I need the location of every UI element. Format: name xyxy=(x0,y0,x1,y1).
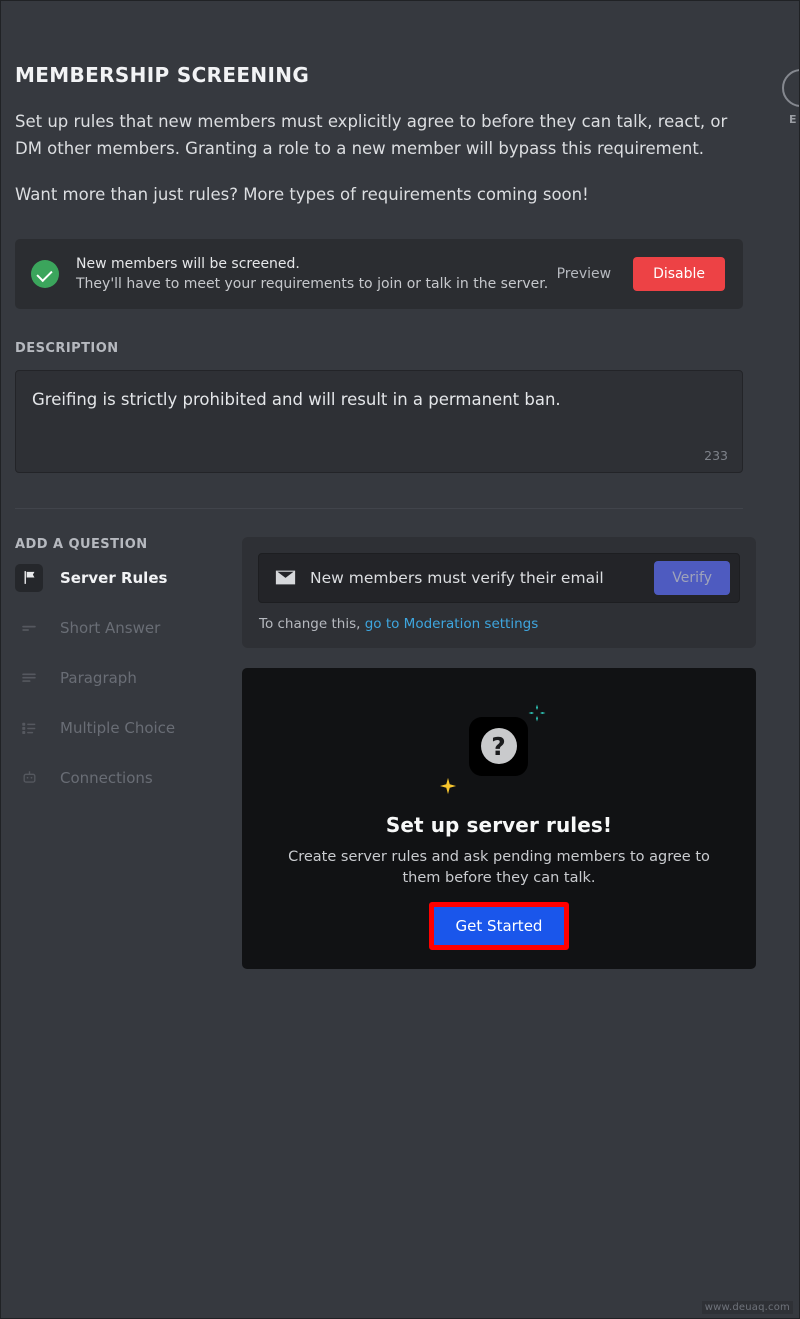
screening-status-banner: New members will be screened. They'll ha… xyxy=(15,238,743,309)
add-a-question-sidebar: ADD A QUESTION Server Rules Short Answer xyxy=(15,537,227,802)
sidebar-item-label: Server Rules xyxy=(60,568,168,587)
requirement-cards: New members must verify their email Veri… xyxy=(242,536,756,969)
description-char-count: 233 xyxy=(704,447,728,463)
sidebar-item-label: Paragraph xyxy=(60,668,137,687)
sidebar-item-multiple-choice[interactable]: Multiple Choice xyxy=(15,704,227,752)
disable-button[interactable]: Disable xyxy=(633,256,725,291)
sidebar-item-connections[interactable]: Connections xyxy=(15,754,227,802)
description-value: Greifing is strictly prohibited and will… xyxy=(32,389,561,409)
get-started-highlight: Get Started xyxy=(428,901,570,950)
empty-state-art: ? xyxy=(429,699,569,803)
moderation-settings-link[interactable]: go to Moderation settings xyxy=(365,616,539,632)
status-text-group: New members will be screened. They'll ha… xyxy=(76,254,557,294)
sidebar-item-server-rules[interactable]: Server Rules xyxy=(15,554,227,602)
server-rules-empty-state-card: ? Set up server rules! Create server rul… xyxy=(242,667,756,969)
email-note-prefix: To change this, xyxy=(259,615,365,632)
connections-robot-icon xyxy=(15,764,43,792)
empty-state-subtitle: Create server rules and ask pending memb… xyxy=(288,848,710,886)
empty-state-title: Set up server rules! xyxy=(385,812,613,837)
verify-button[interactable]: Verify xyxy=(654,560,730,595)
flag-icon xyxy=(15,563,43,592)
section-divider xyxy=(15,507,743,509)
sidebar-item-label: Short Answer xyxy=(60,618,161,637)
envelope-icon xyxy=(275,569,296,586)
question-builder-area: ADD A QUESTION Server Rules Short Answer xyxy=(15,536,756,969)
email-requirement-row: New members must verify their email Veri… xyxy=(258,552,740,603)
sidebar-item-label: Connections xyxy=(60,768,153,787)
status-headline: New members will be screened. xyxy=(76,255,300,272)
question-mark-tile-icon: ? xyxy=(469,716,528,776)
sidebar-item-paragraph[interactable]: Paragraph xyxy=(15,654,227,702)
email-requirement-text: New members must verify their email xyxy=(310,568,604,587)
watermark: www.deuaq.com xyxy=(701,1301,793,1314)
paragraph-icon xyxy=(15,664,43,692)
get-started-button[interactable]: Get Started xyxy=(433,906,565,945)
check-circle-icon xyxy=(31,259,59,288)
intro-paragraph-2: Want more than just rules? More types of… xyxy=(15,185,589,204)
close-affordance-label: E xyxy=(789,113,797,126)
sidebar-item-short-answer[interactable]: Short Answer xyxy=(15,604,227,652)
description-input[interactable]: Greifing is strictly prohibited and will… xyxy=(15,369,743,473)
sparkle-gold-icon xyxy=(439,777,457,799)
sparkle-teal-icon xyxy=(527,703,547,727)
sidebar-item-label: Multiple Choice xyxy=(60,718,176,737)
intro-paragraph-1: Set up rules that new members must expli… xyxy=(15,112,728,158)
page-title: MEMBERSHIP SCREENING xyxy=(15,63,310,87)
multiple-choice-icon xyxy=(15,714,43,742)
membership-screening-screen: E MEMBERSHIP SCREENING Set up rules that… xyxy=(0,0,800,1319)
email-note: To change this, go to Moderation setting… xyxy=(258,616,740,632)
add-a-question-label: ADD A QUESTION xyxy=(15,536,148,552)
email-requirement-card: New members must verify their email Veri… xyxy=(242,536,756,648)
preview-button[interactable]: Preview xyxy=(557,266,612,282)
description-section-label: DESCRIPTION xyxy=(15,340,119,356)
question-mark-glyph: ? xyxy=(480,728,517,764)
short-answer-icon xyxy=(15,614,43,642)
settings-content: MEMBERSHIP SCREENING Set up rules that n… xyxy=(15,1,756,969)
close-circle-icon[interactable] xyxy=(782,69,799,107)
status-subline: They'll have to meet your requirements t… xyxy=(76,275,549,292)
